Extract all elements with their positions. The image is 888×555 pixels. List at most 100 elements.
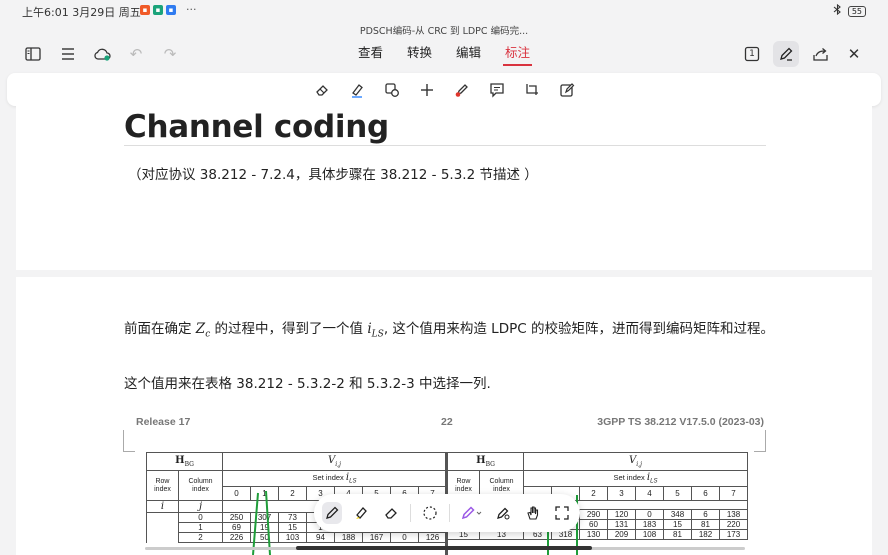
table-header-sub: BG (485, 461, 495, 468)
spec-title: 3GPP TS 38.212 V17.5.0 (2023-03) (597, 416, 764, 428)
annotation-toolbar (7, 73, 881, 106)
table-header-set-index: Set index iLS (222, 470, 447, 487)
eraser-icon[interactable] (380, 502, 400, 524)
paragraph: 这个值用来在表格 38.212 - 5.3.2-2 和 5.3.2-3 中选择一… (124, 376, 491, 392)
divider (448, 504, 450, 522)
table-row: 2 226 50 103 94 188 167 0 126 (147, 532, 447, 543)
table-cell: 348 (663, 509, 692, 520)
table-cell: 182 (691, 529, 720, 540)
table-cell: 167 (362, 532, 391, 543)
table-cell: 4 (635, 486, 664, 501)
table-cell: 6 (691, 509, 720, 520)
table-cell: 0 (635, 509, 664, 520)
table-header-sub: LS (650, 478, 658, 485)
table-header-vij: Vi,j (523, 452, 748, 471)
table-header-sub: BG (184, 461, 194, 468)
page-heading: Channel coding (124, 109, 389, 145)
pen-mode-icon[interactable] (773, 41, 799, 67)
home-indicator[interactable] (296, 546, 592, 550)
table-header-text: Set index (613, 473, 645, 483)
table-header-set-index: Set index iLS (523, 470, 748, 487)
text-run: 前面在确定 (124, 321, 196, 337)
app-notification-icon: ▪ (166, 5, 176, 15)
fullscreen-icon[interactable] (552, 502, 572, 524)
app-notification-icon: ▪ (153, 5, 163, 15)
close-icon[interactable]: ✕ (842, 42, 866, 66)
edit-note-icon[interactable] (558, 81, 576, 99)
table-cell: 81 (663, 529, 692, 540)
table-cell: 188 (334, 532, 363, 543)
text-run: , 这个值用来构造 LDPC 的校验矩阵，进而得到编码矩阵和过程。 (383, 321, 774, 337)
table-cell: 15 (663, 519, 692, 530)
table-cell: 0 (178, 512, 223, 523)
page-number-icon[interactable]: 1 (740, 42, 764, 66)
table-cell: 3 (607, 486, 636, 501)
text-run: 的过程中，得到了一个值 (210, 321, 368, 337)
app-notification-icon: ▪ (140, 5, 150, 15)
lasso-icon[interactable] (420, 502, 440, 524)
spec-release: Release 17 (136, 416, 191, 428)
table-cell: 1 (178, 522, 223, 533)
math-symbol: Z (195, 321, 206, 337)
table-header-vij: Vi,j (222, 452, 447, 471)
shape-pen-icon[interactable] (493, 502, 513, 524)
table-cell: 94 (306, 532, 335, 543)
document-title: PDSCH编码-从 CRC 到 LDPC 编码完... (359, 26, 529, 37)
document-page: Channel coding （对应协议 38.212 - 7.2.4，具体步骤… (16, 106, 872, 270)
table-cell: 173 (719, 529, 748, 540)
table-cell: 131 (607, 519, 636, 530)
table-header-sub: i,j (335, 461, 341, 468)
comment-icon[interactable] (488, 81, 506, 99)
table-header-text: Set index (312, 473, 344, 483)
table-header-text: H (175, 455, 185, 466)
table-header-sub: i,j (636, 461, 642, 468)
crop-mark (123, 430, 135, 452)
table-header-sub: LS (349, 478, 357, 485)
green-annotation-mark (252, 490, 271, 555)
table-cell: j (178, 500, 223, 513)
paragraph: 前面在确定 Zc 的过程中，得到了一个值 iLS, 这个值用来构造 LDPC 的… (124, 318, 774, 346)
notification-icons: ▪ ▪ ▪ (140, 5, 176, 15)
highlighter-icon[interactable] (348, 81, 366, 99)
status-right: 55 (833, 3, 866, 18)
battery-indicator: 55 (847, 5, 866, 17)
pen-icon[interactable] (322, 502, 343, 524)
add-icon[interactable] (418, 81, 436, 99)
table-cell: 81 (691, 519, 720, 530)
crop-icon[interactable] (523, 81, 541, 99)
status-bar: 上午6:01 3月29日 周五 ▪ ▪ ▪ ··· 55 (0, 0, 888, 22)
heading-divider (124, 145, 766, 146)
math-z: Zc (195, 321, 210, 340)
shape-select-icon[interactable] (383, 81, 401, 99)
table-cell: 138 (719, 509, 748, 520)
pen-red-icon[interactable] (453, 81, 471, 99)
main-toolbar: ↶ ↷ 查看 转换 编辑 标注 1 ✕ (0, 38, 888, 70)
table-cell: 0 (390, 532, 419, 543)
tab-annotate[interactable]: 标注 (503, 42, 533, 66)
tab-edit[interactable]: 编辑 (454, 42, 483, 66)
heading-note: （对应协议 38.212 - 7.2.4，具体步骤在 38.212 - 5.3.… (128, 167, 538, 183)
table-cell: 7 (719, 486, 748, 501)
tab-view[interactable]: 查看 (356, 42, 385, 66)
more-notifications-icon: ··· (186, 3, 197, 16)
pen-color-icon[interactable] (459, 502, 485, 524)
pen-toolbar (314, 494, 580, 532)
tab-convert[interactable]: 转换 (405, 42, 434, 66)
table-cell: 126 (418, 532, 447, 543)
table-header-hbg: HBG (146, 452, 223, 471)
crop-mark (754, 430, 766, 452)
divider (409, 504, 411, 522)
table-cell: 5 (663, 486, 692, 501)
table-header-hbg: HBG (447, 452, 524, 471)
highlighter-icon[interactable] (351, 502, 371, 524)
table-cell: 108 (635, 529, 664, 540)
table-cell: 120 (607, 509, 636, 520)
table-cell (146, 512, 179, 543)
table-cell: 183 (635, 519, 664, 530)
math-subscript: LS (371, 329, 384, 340)
eraser-icon[interactable] (313, 81, 331, 99)
table-cell: 6 (691, 486, 720, 501)
hand-icon[interactable] (523, 502, 543, 524)
share-icon[interactable] (808, 42, 832, 66)
spec-page-number: 22 (441, 416, 453, 428)
